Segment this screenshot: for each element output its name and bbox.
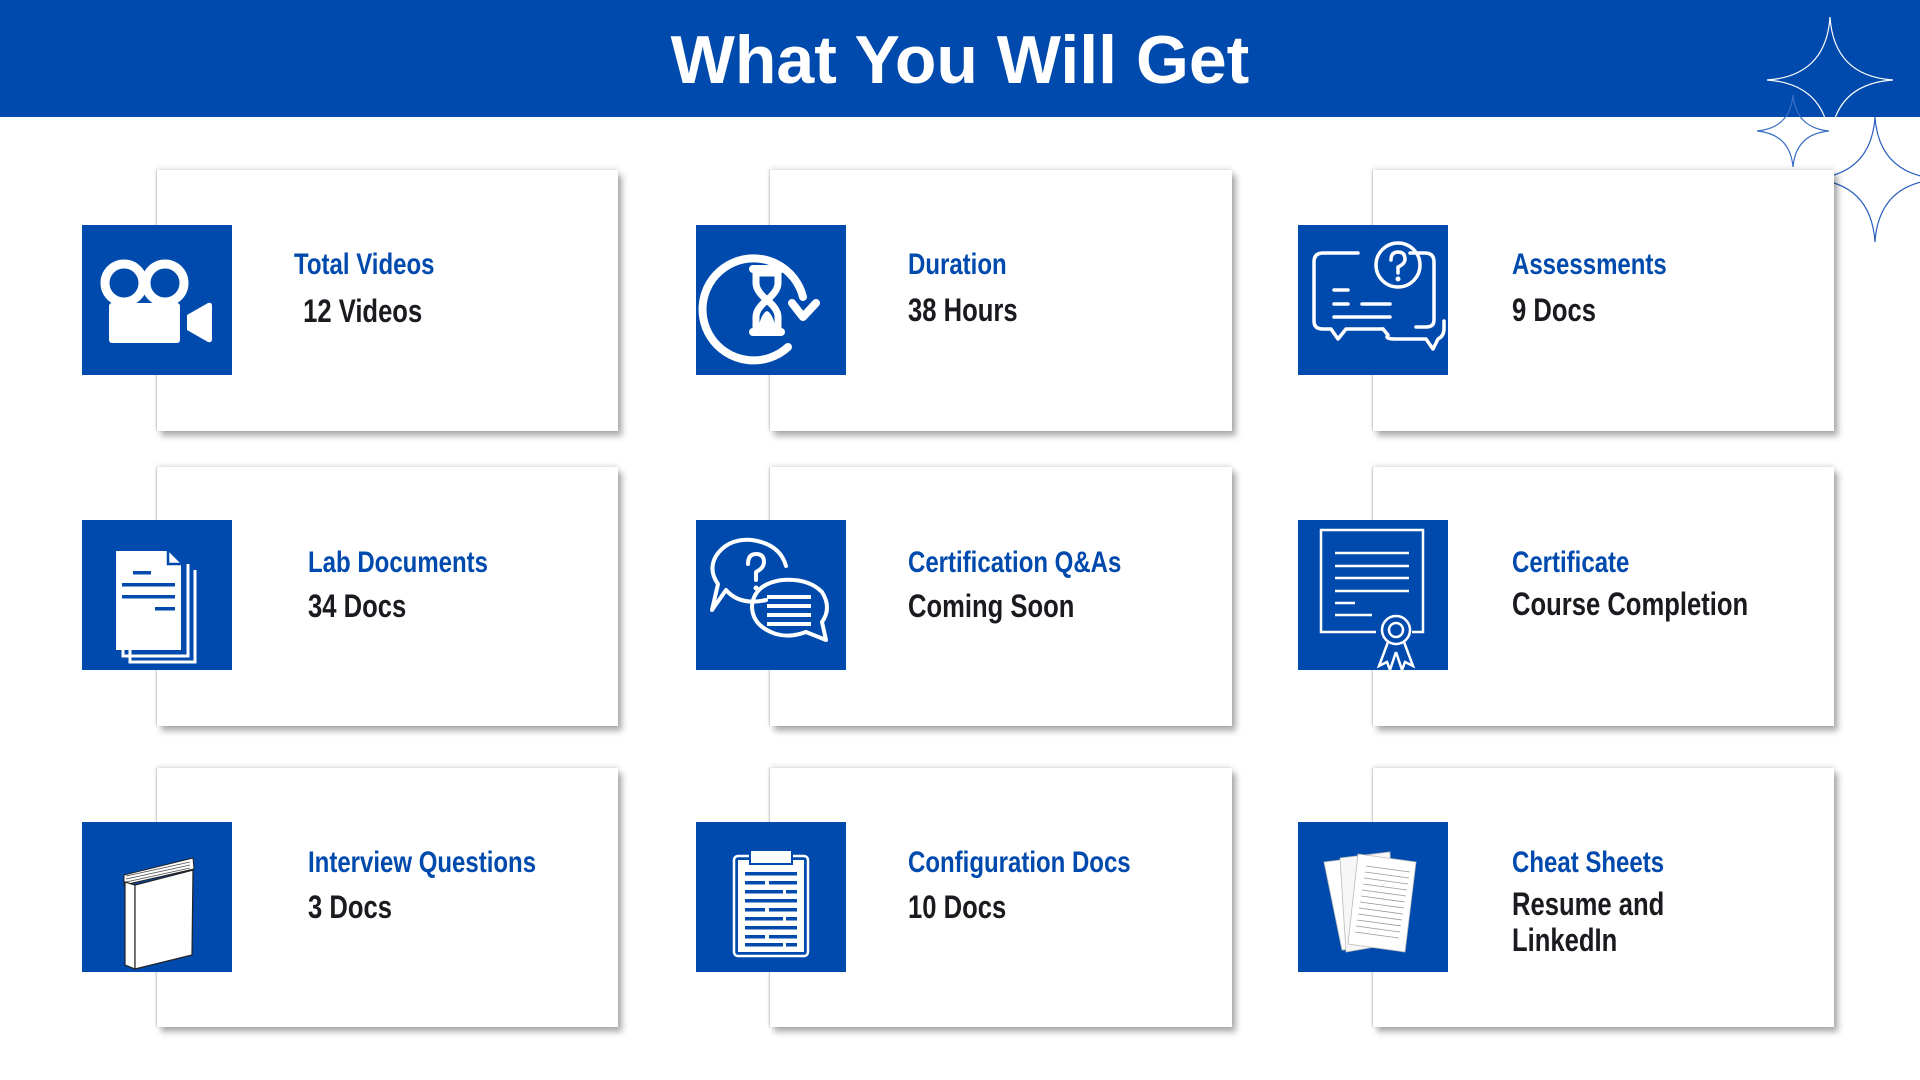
- feature-value: 9 Docs: [1512, 292, 1596, 328]
- question-chat-icon: [1298, 225, 1448, 375]
- feature-value: 38 Hours: [908, 292, 1018, 328]
- feature-value: Course Completion: [1512, 586, 1749, 622]
- hourglass-refresh-icon: [696, 225, 846, 375]
- feature-value: 34 Docs: [308, 588, 407, 624]
- feature-title: Configuration Docs: [908, 846, 1131, 879]
- feature-title: Lab Documents: [308, 546, 489, 579]
- page-title: What You Will Get: [670, 22, 1250, 98]
- feature-value: Coming Soon: [908, 588, 1075, 624]
- header-banner: What You Will Get: [0, 0, 1920, 117]
- papers-icon: [1298, 822, 1448, 972]
- feature-value: 12 Videos: [296, 293, 423, 329]
- book-icon: [82, 822, 232, 972]
- feature-title: Certification Q&As: [908, 546, 1122, 579]
- feature-value: Resume and LinkedIn: [1512, 886, 1665, 958]
- feature-title: Cheat Sheets: [1512, 846, 1665, 879]
- clipboard-icon: [696, 822, 846, 972]
- feature-value: 3 Docs: [308, 889, 392, 925]
- feature-title: Interview Questions: [308, 846, 537, 879]
- documents-stack-icon: [82, 520, 232, 670]
- video-camera-icon: [82, 225, 232, 375]
- feature-title: Total Videos: [294, 248, 435, 281]
- feature-title: Certificate: [1512, 546, 1630, 579]
- feature-title: Duration: [908, 248, 1007, 281]
- feature-title: Assessments: [1512, 248, 1667, 281]
- qa-chat-bubbles-icon: [696, 520, 846, 670]
- certificate-icon: [1298, 520, 1448, 670]
- feature-value: 10 Docs: [908, 889, 1007, 925]
